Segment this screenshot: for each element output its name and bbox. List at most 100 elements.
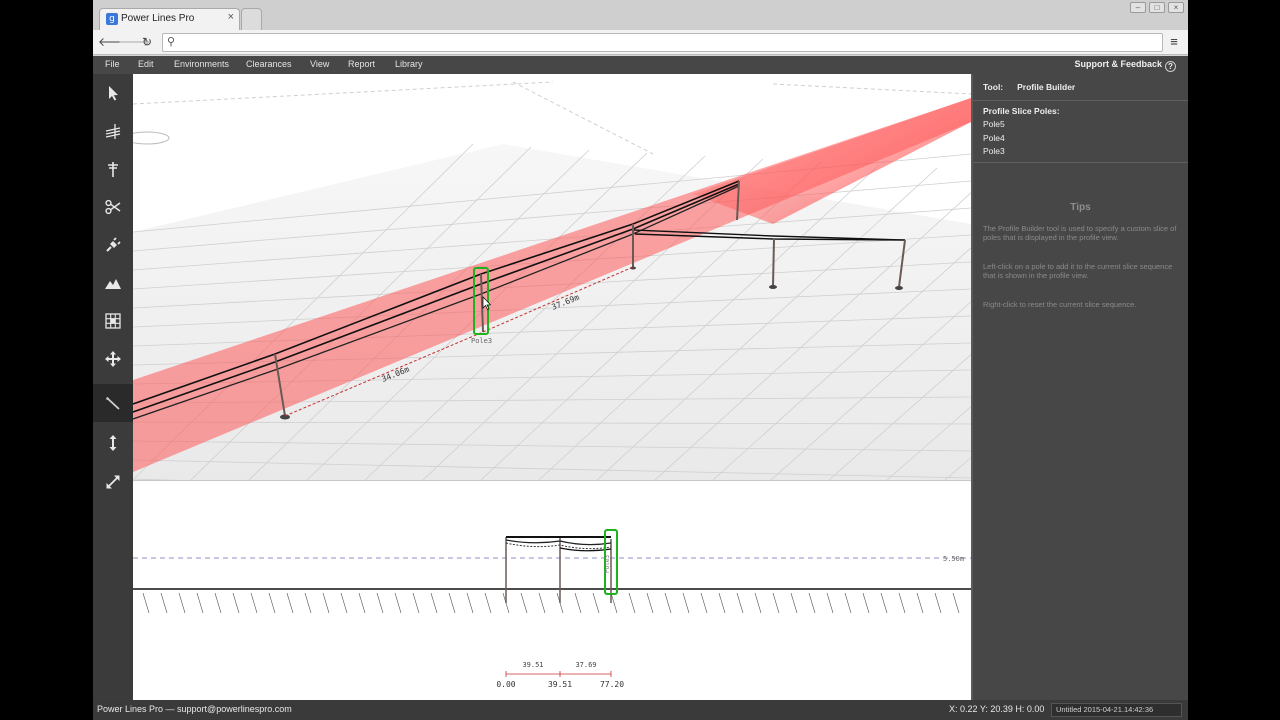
profile-wire-b xyxy=(505,542,612,550)
hatch-line xyxy=(898,592,906,614)
hatch-line xyxy=(826,592,834,614)
new-tab-button[interactable] xyxy=(241,8,262,30)
connect-tool[interactable] xyxy=(93,226,133,264)
maximize-icon[interactable]: □ xyxy=(1149,2,1165,13)
divider xyxy=(973,162,1188,163)
tab-bar: g Power Lines Pro × – □ × xyxy=(93,0,1188,30)
hatch-line xyxy=(520,592,528,614)
pole-tool[interactable] xyxy=(93,150,133,188)
pole-icon xyxy=(108,162,118,177)
browser-toolbar: 🡐 🡒 ↻ ⚲ ≡ xyxy=(93,30,1188,55)
slice-poles-title: Profile Slice Poles: xyxy=(983,106,1060,116)
hatch-line xyxy=(736,592,744,614)
menu-edit[interactable]: Edit xyxy=(138,59,154,69)
hatch-line xyxy=(574,592,582,614)
menu-file[interactable]: File xyxy=(105,59,120,69)
support-feedback-link[interactable]: Support & Feedback? xyxy=(1074,59,1176,72)
hatch-line xyxy=(466,592,474,614)
menu-report[interactable]: Report xyxy=(348,59,375,69)
move-tool[interactable] xyxy=(93,340,133,378)
plug-icon xyxy=(106,237,121,252)
3d-scene: 34.06m 37.69m Pole3 xyxy=(133,81,971,480)
hatch-line xyxy=(376,592,384,614)
hatch-line xyxy=(646,592,654,614)
tip-text: Left-click on a pole to add it to the cu… xyxy=(983,262,1173,280)
hatch-line xyxy=(880,592,888,614)
menu-environments[interactable]: Environments xyxy=(174,59,229,69)
hatch-line xyxy=(340,592,348,614)
browser-window: g Power Lines Pro × – □ × 🡐 🡒 ↻ ⚲ ≡ File… xyxy=(93,0,1188,720)
hatch-line xyxy=(808,592,816,614)
menu-library[interactable]: Library xyxy=(395,59,423,69)
tab-title: Power Lines Pro xyxy=(121,13,195,24)
hatch-line xyxy=(286,592,294,614)
tool-key: Tool: xyxy=(983,82,1004,92)
select-arrow-icon xyxy=(109,86,118,101)
profile-builder-tool[interactable] xyxy=(93,384,133,422)
browser-menu-icon[interactable]: ≡ xyxy=(1167,35,1181,49)
hatch-line xyxy=(682,592,690,614)
favicon-icon: g xyxy=(106,13,118,25)
select-tool[interactable] xyxy=(93,74,133,112)
chainage-0: 0.00 xyxy=(496,680,515,689)
hatch-line xyxy=(772,592,780,614)
tab-close-icon[interactable]: × xyxy=(228,11,234,23)
pole-7-base xyxy=(895,286,903,290)
hatch-line xyxy=(934,592,942,614)
menu-clearances[interactable]: Clearances xyxy=(246,59,292,69)
hatch-line xyxy=(448,592,456,614)
hatch-line xyxy=(394,592,402,614)
hatch-line xyxy=(268,592,276,614)
span-value-2: 37.69 xyxy=(575,661,596,669)
tab-power-lines-pro[interactable]: g Power Lines Pro × xyxy=(99,8,240,30)
grid-tool[interactable] xyxy=(93,302,133,340)
hatch-line xyxy=(160,592,168,614)
screen: g Power Lines Pro × – □ × 🡐 🡒 ↻ ⚲ ≡ File… xyxy=(0,0,1280,720)
scale-tool[interactable] xyxy=(93,463,133,501)
hatch-line xyxy=(304,592,312,614)
menu-view[interactable]: View xyxy=(310,59,329,69)
height-tool[interactable] xyxy=(93,424,133,462)
forward-icon[interactable]: 🡒 xyxy=(118,34,150,50)
terrain-tool[interactable] xyxy=(93,264,133,302)
hatch-line xyxy=(952,592,960,614)
profile-wire-c xyxy=(559,547,612,552)
tip-text: Right-click to reset the current slice s… xyxy=(983,300,1137,309)
hatch-line xyxy=(430,592,438,614)
hatch-line xyxy=(844,592,852,614)
ground-hatching xyxy=(142,592,960,614)
cursor-coordinates: X: 0.22 Y: 20.39 H: 0.00 xyxy=(949,704,1045,714)
search-icon: ⚲ xyxy=(167,36,176,48)
pole-6 xyxy=(772,238,775,287)
app-info: Power Lines Pro — support@powerlinespro.… xyxy=(97,704,292,714)
hatch-line xyxy=(916,592,924,614)
support-label: Support & Feedback xyxy=(1074,59,1162,69)
back-icon[interactable]: 🡐 xyxy=(98,34,130,50)
hatch-line xyxy=(700,592,708,614)
hatch-line xyxy=(790,592,798,614)
file-name: Untitled 2015-04-21.14:42:36 xyxy=(1051,703,1182,717)
profile-pole-label: Pole3 xyxy=(604,555,611,573)
power-line-tool[interactable] xyxy=(93,112,133,150)
profile-scene: 5.50m Pole3 39.51 37.69 0.00 39.51 77.20 xyxy=(133,529,971,689)
minimize-icon[interactable]: – xyxy=(1130,2,1146,13)
power-line-icon xyxy=(105,124,121,139)
expand-icon xyxy=(106,475,120,489)
profile-wire-a xyxy=(505,539,612,546)
tool-palette xyxy=(93,74,133,700)
3d-viewport[interactable]: 34.06m 37.69m Pole3 xyxy=(133,74,971,480)
slice-pole-item: Pole3 xyxy=(983,146,1005,156)
cut-tool[interactable] xyxy=(93,188,133,226)
window-close-icon[interactable]: × xyxy=(1168,2,1184,13)
reload-icon[interactable]: ↻ xyxy=(139,34,155,50)
hatch-line xyxy=(178,592,186,614)
profile-view[interactable]: 5.50m Pole3 39.51 37.69 0.00 39.51 77.20 xyxy=(133,480,971,700)
hatch-line xyxy=(628,592,636,614)
tips-title: Tips xyxy=(1070,202,1091,213)
hatch-line xyxy=(664,592,672,614)
scissors-icon xyxy=(105,199,121,215)
address-bar[interactable]: ⚲ xyxy=(162,33,1163,52)
hatch-line xyxy=(754,592,762,614)
pole-6-base xyxy=(769,285,777,289)
app-menu-bar: File Edit Environments Clearances View R… xyxy=(93,56,1188,74)
